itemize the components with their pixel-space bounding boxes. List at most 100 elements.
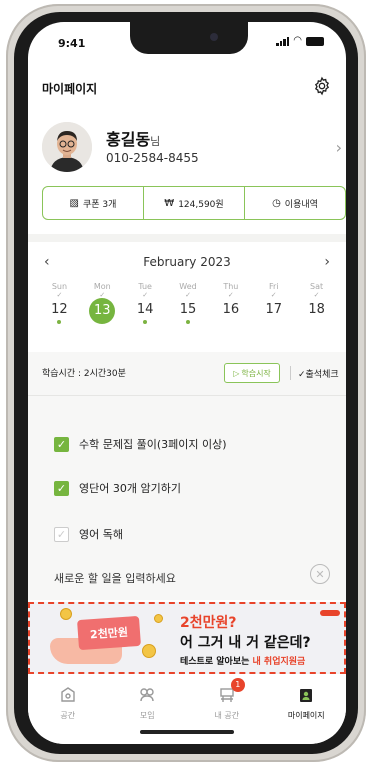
tab-label: 공간 — [60, 711, 76, 720]
check-icon: ✓ — [185, 291, 191, 299]
start-study-label: 학습시작 — [241, 368, 271, 378]
day-name: Sun — [51, 282, 68, 291]
checkbox-unchecked[interactable]: ✓ — [54, 526, 69, 542]
history-button[interactable]: ◷ 이용내역 — [244, 187, 345, 219]
notification-badge: 1 — [230, 678, 245, 692]
study-panel: 학습시간 : 2시간30분 ▷ 학습시작 ✓출석체크 ✓ 수학 문제집 풀이(3… — [28, 352, 346, 600]
coupon-button[interactable]: ▧ 쿠폰 3개 — [43, 187, 143, 219]
calendar-month: February 2023 — [143, 255, 231, 269]
coin-icon — [60, 608, 72, 620]
check-icon: ✓ — [270, 291, 277, 299]
profile-name: 홍길동님 — [106, 130, 161, 149]
todo-item[interactable]: ✓ 영단어 30개 암기하기 — [54, 478, 181, 498]
avatar-photo — [42, 122, 92, 172]
calendar-day[interactable]: Sun ✓ 12 — [38, 282, 81, 342]
coin-icon — [142, 644, 156, 658]
day-name: Tue — [138, 282, 152, 291]
day-number: 14 — [136, 302, 154, 317]
clock-icon: ◷ — [272, 197, 281, 209]
attendance-label: 출석체크 — [305, 370, 339, 380]
tab-label: 내 공간 — [214, 711, 240, 720]
points-label: 124,590원 — [178, 199, 224, 210]
banner-subheadline: 어 그거 내 거 같은데? — [180, 635, 311, 651]
todo-text: 영어 독해 — [79, 528, 123, 541]
todo-text: 영단어 30개 암기하기 — [79, 482, 181, 495]
calendar-day[interactable]: Tue ✓ 14 — [124, 282, 167, 342]
check-icon: ✓ — [142, 291, 149, 299]
calendar-day[interactable]: Thu ✓ 16 — [209, 282, 252, 342]
banner-tag — [320, 610, 340, 616]
checkbox-checked[interactable]: ✓ — [54, 480, 69, 496]
next-week-button[interactable]: › — [324, 254, 330, 270]
day-name: Fri — [268, 282, 279, 291]
activity-dot — [57, 320, 62, 324]
profile-card[interactable]: 홍길동님 010-2584-8455 › — [42, 120, 342, 176]
check-icon: ✓ — [313, 291, 320, 299]
calendar-days: Sun ✓ 12 Mon ✓ 13 Tue ✓ 14 Wed ✓ 15 Thu ✓ 16 Fri ✓ 17 Sat ✓… — [38, 282, 338, 342]
play-icon: ▷ — [233, 368, 240, 378]
won-icon: ₩ — [164, 197, 175, 209]
todo-text: 수학 문제집 풀이(3페이지 이상) — [79, 438, 227, 451]
week-calendar: ‹ February 2023 › Sun ✓ 12 Mon ✓ 13 Tue ✓ 14 Wed ✓… — [28, 244, 346, 352]
stats-bar: ▧ 쿠폰 3개 ₩ 124,590원 ◷ 이용내역 — [42, 186, 346, 220]
activity-dot — [143, 320, 148, 324]
camera-icon — [210, 33, 218, 41]
calendar-day[interactable]: Fri ✓ 17 — [252, 282, 295, 342]
calendar-day[interactable]: Wed ✓ 15 — [167, 282, 210, 342]
study-toolbar: 학습시간 : 2시간30분 ▷ 학습시작 ✓출석체크 — [28, 352, 346, 396]
page-title: 마이페이지 — [42, 82, 98, 96]
activity-dot — [100, 329, 105, 333]
new-task-input[interactable]: 새로운 할 일을 입력하세요 — [54, 570, 176, 586]
ad-banner[interactable]: 2천만원 2천만원? 어 그거 내 거 같은데? 테스트로 알아보는 내 취업지… — [28, 602, 346, 674]
start-study-button[interactable]: ▷ 학습시작 — [224, 363, 280, 383]
coin-icon — [154, 614, 163, 623]
day-name: Mon — [93, 282, 111, 291]
gear-icon[interactable] — [312, 76, 332, 96]
day-number: 13 — [89, 298, 116, 324]
home-indicator — [140, 730, 234, 734]
tab-label: 마이페이지 — [287, 711, 325, 720]
status-icons: ◠ — [276, 36, 324, 46]
coupon-label: 쿠폰 3개 — [83, 199, 117, 210]
battery-icon — [306, 36, 324, 46]
points-button[interactable]: ₩ 124,590원 — [143, 187, 244, 219]
day-number: 15 — [179, 302, 197, 317]
section-divider — [28, 234, 346, 242]
activity-dot — [186, 320, 190, 324]
clear-icon[interactable]: ✕ — [310, 564, 330, 584]
group-icon — [140, 688, 154, 702]
signal-icon — [276, 36, 290, 46]
todo-item[interactable]: ✓ 영어 독해 — [54, 524, 123, 544]
day-name: Thu — [223, 282, 239, 291]
checkbox-checked[interactable]: ✓ — [54, 436, 69, 452]
calendar-day[interactable]: Sat ✓ 18 — [295, 282, 338, 342]
banner-money-card: 2천만원 — [77, 615, 141, 651]
avatar — [42, 122, 92, 172]
notch — [130, 22, 248, 54]
calendar-day[interactable]: Mon ✓ 13 — [81, 282, 124, 342]
history-label: 이용내역 — [284, 199, 318, 210]
tab-space[interactable]: 공간 — [28, 674, 108, 744]
attendance-button[interactable]: ✓출석체크 — [298, 367, 339, 380]
wifi-icon: ◠ — [293, 35, 302, 46]
day-name: Wed — [179, 282, 197, 291]
mypage-icon — [300, 689, 313, 702]
tab-label: 모임 — [139, 711, 155, 720]
check-icon: ✓ — [56, 291, 63, 299]
study-time: 학습시간 : 2시간30분 — [42, 369, 126, 379]
day-number: 16 — [222, 302, 240, 317]
check-icon: ✓ — [227, 291, 234, 299]
banner-headline: 2천만원? — [180, 615, 237, 631]
day-number: 17 — [265, 302, 282, 317]
banner-caption-prefix: 테스트로 알아보는 — [180, 657, 253, 667]
todo-item[interactable]: ✓ 수학 문제집 풀이(3페이지 이상) — [54, 434, 227, 454]
day-number: 18 — [308, 302, 325, 317]
screen: 9:41 ◠ 마이페이지 홍길동님 010-2584-8455 › ▧ 쿠폰 3… — [28, 22, 346, 744]
banner-caption: 테스트로 알아보는 내 취업지원금 — [180, 654, 305, 667]
day-name: Sat — [310, 282, 324, 291]
day-number: 12 — [51, 302, 68, 317]
check-icon: ✓ — [298, 370, 306, 380]
toolbar-divider — [290, 366, 291, 380]
tab-mypage[interactable]: 마이페이지 — [267, 674, 347, 744]
profile-phone: 010-2584-8455 — [106, 151, 199, 165]
